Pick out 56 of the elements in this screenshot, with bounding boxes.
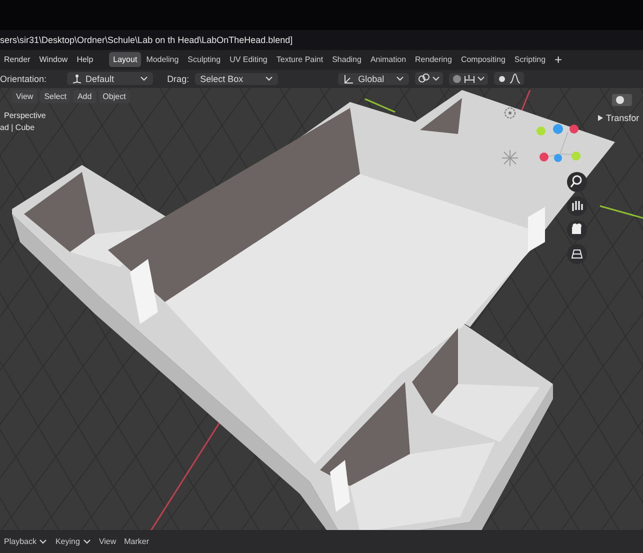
pivot-button[interactable]	[415, 72, 444, 86]
orientation-label: Orientation:	[0, 74, 47, 84]
workspace-tab[interactable]: Modeling	[142, 52, 183, 68]
add-workspace-button[interactable]: +	[550, 52, 566, 68]
timeline-menu[interactable]: Playback	[4, 537, 48, 546]
expand-arrow-icon	[598, 114, 603, 121]
transform-panel-tab[interactable]: Transfor	[606, 112, 640, 123]
file-path-title: sers\sir31\Desktop\Ordner\Schule\Lab on th Head\LabOnTheHead.blend]	[0, 34, 293, 45]
grid-view-icon[interactable]	[567, 244, 587, 264]
view-name-label: Perspective	[4, 110, 46, 120]
axes-icon	[72, 73, 82, 84]
timeline-menu[interactable]: View	[98, 537, 116, 546]
link-icon	[418, 73, 430, 84]
workspace-tab[interactable]: UV Editing	[226, 52, 272, 68]
caret-icon	[140, 75, 148, 82]
axes-icon	[343, 74, 354, 84]
viewport-menu-item[interactable]: Object	[98, 90, 130, 103]
snap-target-icon	[464, 74, 476, 84]
timeline-menu[interactable]: Marker	[124, 537, 150, 546]
viewport-menu-item[interactable]: View	[12, 90, 38, 103]
orientation-dropdown[interactable]: Default	[66, 72, 154, 86]
y-axis-line	[600, 204, 643, 218]
snap-button[interactable]	[449, 72, 488, 85]
viewport-menu-item[interactable]: Select	[40, 90, 70, 103]
falloff-curve-icon	[509, 73, 522, 84]
workspace-tab[interactable]: Shading	[328, 52, 366, 68]
proportional-edit-button[interactable]	[494, 72, 524, 86]
circle-icon	[497, 74, 508, 84]
workspace-tab[interactable]: Animation	[366, 52, 410, 68]
zoom-icon[interactable]	[567, 172, 587, 192]
transform-space-dropdown[interactable]: Global	[338, 72, 410, 85]
caret-icon	[396, 75, 404, 82]
shading-toggle-icon[interactable]	[612, 94, 632, 106]
navigation-gizmo[interactable]	[536, 124, 580, 162]
inner-wall	[420, 98, 462, 134]
door-panel	[528, 206, 545, 252]
collection-label: ad | Cube	[0, 122, 35, 132]
menu-item[interactable]: Render	[0, 55, 34, 64]
door-panel	[130, 258, 158, 324]
drag-label: Drag:	[167, 74, 190, 84]
workspace-tab[interactable]: Texture Paint	[272, 52, 328, 68]
viewport-menu-item[interactable]: Add	[73, 90, 96, 103]
caret-icon	[265, 75, 274, 82]
timeline-menu[interactable]: Keying	[55, 537, 91, 546]
workspace-tab[interactable]: Layout	[109, 52, 142, 68]
y-axis-line	[364, 98, 396, 112]
menu-item[interactable]: Window	[35, 55, 72, 64]
workspace-tab[interactable]: Sculpting	[184, 52, 225, 68]
light-icon	[504, 107, 516, 118]
workspace-tab[interactable]: Scripting	[510, 52, 550, 68]
caret-icon	[477, 75, 486, 82]
workspace-tab[interactable]: Rendering	[411, 52, 456, 68]
menu-item[interactable]: Help	[72, 55, 98, 64]
drag-dropdown[interactable]: Select Box	[195, 72, 278, 85]
caret-icon	[432, 75, 440, 82]
workspace-tab[interactable]: Compositing	[456, 52, 510, 68]
